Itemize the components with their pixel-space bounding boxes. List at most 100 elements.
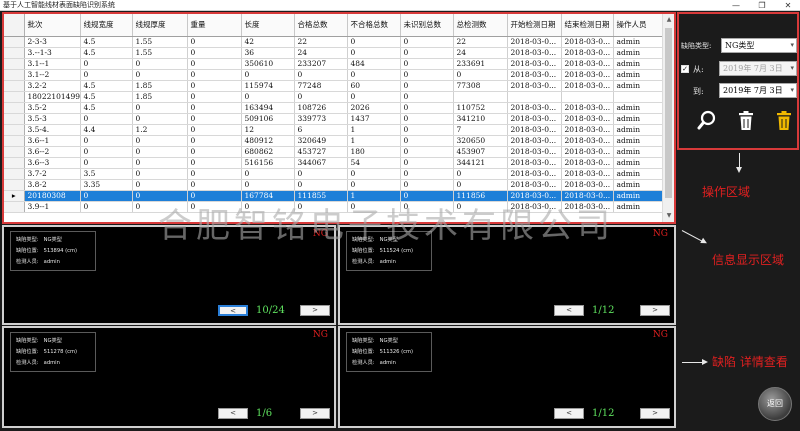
- column-header[interactable]: 线规厚度: [132, 14, 188, 37]
- scroll-down-arrow-icon[interactable]: ▼: [663, 210, 674, 222]
- defect-info-box: 缺陷类型: NG类型 缺陷位置: 511524 (cm) 检测人员: admin: [346, 231, 432, 271]
- prev-defect-button[interactable]: <: [554, 408, 584, 419]
- table-row[interactable]: 18022101499 4.5 1.85 0 0 0 0 0: [4, 91, 668, 103]
- column-header[interactable]: 总检测数: [453, 14, 508, 37]
- row-header[interactable]: [4, 146, 25, 158]
- minimize-button[interactable]: —: [724, 0, 748, 11]
- column-header[interactable]: 批次: [24, 14, 81, 37]
- row-header[interactable]: [4, 179, 25, 191]
- row-header[interactable]: [4, 102, 25, 114]
- table-cell: 3.5: [80, 168, 133, 180]
- table-cell: 18022101499: [24, 91, 81, 103]
- row-header[interactable]: [4, 80, 25, 92]
- row-header[interactable]: [4, 201, 25, 213]
- next-defect-button[interactable]: >: [640, 305, 670, 316]
- search-icon[interactable]: [697, 110, 717, 132]
- prev-defect-button[interactable]: <: [218, 408, 248, 419]
- table-cell: 339773: [294, 113, 348, 125]
- table-cell: 2018-03-0...: [561, 157, 614, 169]
- column-header[interactable]: 重量: [187, 14, 242, 37]
- row-header[interactable]: [4, 47, 25, 59]
- column-header[interactable]: 操作人员: [613, 14, 668, 37]
- column-header[interactable]: 结束检测日期: [561, 14, 614, 37]
- table-row[interactable]: 3.6--2 0 0 0 680862 453727 180 0 453907 2018-03-0…: [4, 146, 668, 158]
- table-row[interactable]: 3.5-4. 4.4 1.2 0 12 6 1 0 7 2018-03-0... 2018-03-0…: [4, 124, 668, 136]
- table-cell: 0: [400, 69, 454, 81]
- table-row[interactable]: 3.6--1 0 0 0 480912 320649 1 0 320650 2018-03-0..…: [4, 135, 668, 147]
- table-row[interactable]: 3.5-2 4.5 0 0 163494 108726 2026 0 110752 2018-03…: [4, 102, 668, 114]
- table-cell: 111856: [453, 190, 508, 202]
- defect-position-value: 513894 (cm): [43, 248, 78, 254]
- row-header[interactable]: ▸: [4, 190, 25, 202]
- table-cell: 2018-03-0...: [561, 58, 614, 70]
- table-row[interactable]: ▸ 20180308 0 0 0 167784 111855 1 0 111856 2018-03-…: [4, 190, 668, 202]
- table-cell: 4.5: [80, 80, 133, 92]
- column-header[interactable]: 合格总数: [294, 14, 348, 37]
- chevron-down-icon: ▾: [790, 41, 794, 49]
- row-header[interactable]: [4, 157, 25, 169]
- defect-counter: 1/12: [592, 408, 615, 419]
- row-header[interactable]: [4, 113, 25, 125]
- inspector-label: 检测人员:: [352, 259, 375, 265]
- table-row[interactable]: 3.5-3 0 0 0 509106 339773 1437 0 341210 2018-03-0…: [4, 113, 668, 125]
- next-defect-button[interactable]: >: [300, 305, 330, 316]
- prev-defect-button[interactable]: <: [218, 305, 248, 316]
- table-cell: 3.--1-3: [24, 47, 81, 59]
- table-row[interactable]: 2-3-3 4.5 1.55 0 42 22 0 0 22 2018-03-0... 2018-03…: [4, 36, 668, 48]
- clear-icon[interactable]: [774, 110, 794, 132]
- date-filter-checkbox[interactable]: ✓: [681, 65, 689, 73]
- row-header[interactable]: [4, 168, 25, 180]
- row-header[interactable]: [4, 91, 25, 103]
- column-header[interactable]: 开始检测日期: [507, 14, 562, 37]
- row-header[interactable]: [4, 124, 25, 136]
- table-cell: 0: [400, 102, 454, 114]
- row-header[interactable]: [4, 135, 25, 147]
- defect-type-select[interactable]: NG类型 ▾: [721, 38, 797, 53]
- row-header[interactable]: [4, 36, 25, 48]
- column-header[interactable]: 线规宽度: [80, 14, 133, 37]
- defect-info-box: 缺陷类型: NG类型 缺陷位置: 511278 (cm) 检测人员: admin: [10, 332, 96, 372]
- column-header[interactable]: 未识别总数: [400, 14, 454, 37]
- table-row[interactable]: 3.9--1 0 0 0 0 0 0 0 0 2018-03-0... 2018-03-0... ad…: [4, 201, 668, 213]
- scroll-up-arrow-icon[interactable]: ▲: [663, 14, 674, 26]
- app-window: 基于人工智能线材表面缺陷识别系统 — ❐ ✕ 批次 线规宽度 线规厚度 重量 长度 合格总…: [0, 0, 800, 431]
- table-cell: 0: [400, 113, 454, 125]
- table-cell: 2018-03-0...: [561, 179, 614, 191]
- column-header[interactable]: 长度: [241, 14, 295, 37]
- maximize-button[interactable]: ❐: [750, 0, 774, 11]
- table-cell: 12: [241, 124, 295, 136]
- table-row[interactable]: 3.6--3 0 0 0 516156 344067 54 0 344121 2018-03-0.…: [4, 157, 668, 169]
- prev-defect-button[interactable]: <: [554, 305, 584, 316]
- table-cell: 2018-03-0...: [561, 80, 614, 92]
- return-button[interactable]: 返回: [758, 387, 792, 421]
- table-cell: 0: [132, 113, 188, 125]
- row-header[interactable]: [4, 58, 25, 70]
- table-cell: 111855: [294, 190, 348, 202]
- table-cell: [561, 91, 614, 103]
- table-row[interactable]: 3.8-2 3.35 0 0 0 0 0 0 0 2018-03-0... 2018-03-0...…: [4, 179, 668, 191]
- scrollbar-thumb[interactable]: [665, 28, 672, 198]
- table-scrollbar[interactable]: ▲ ▼: [662, 14, 674, 222]
- table-row[interactable]: 3.7-2 3.5 0 0 0 0 0 0 0 2018-03-0... 2018-03-0... a…: [4, 168, 668, 180]
- table-cell: 2018-03-0...: [561, 201, 614, 213]
- table-row[interactable]: 3.2-2 4.5 1.85 0 115974 77248 60 0 77308 2018-03-…: [4, 80, 668, 92]
- close-button[interactable]: ✕: [776, 0, 800, 11]
- to-date-picker[interactable]: 2019年 7月 3日 ▾: [719, 83, 797, 98]
- from-date-picker[interactable]: 2019年 7月 3日 ▾: [719, 61, 797, 76]
- table-row[interactable]: 3.1--2 0 0 0 0 0 0 0 0 2018-03-0... 2018-03-0... ad…: [4, 69, 668, 81]
- delete-icon[interactable]: [736, 110, 756, 132]
- column-header[interactable]: 不合格总数: [347, 14, 401, 37]
- table-row[interactable]: 3.--1-3 4.5 1.55 0 36 24 0 0 24 2018-03-0... 2018-…: [4, 47, 668, 59]
- table-cell: 3.7-2: [24, 168, 81, 180]
- table-cell: 0: [400, 190, 454, 202]
- next-defect-button[interactable]: >: [640, 408, 670, 419]
- table-cell: admin: [613, 146, 668, 158]
- next-defect-button[interactable]: >: [300, 408, 330, 419]
- from-label: 从:: [693, 65, 704, 74]
- row-header[interactable]: [4, 69, 25, 81]
- table-cell: 344121: [453, 157, 508, 169]
- table-cell: 0: [187, 102, 242, 114]
- from-date-value: 2019年 7月 3日: [723, 64, 783, 73]
- table-cell: 1: [347, 190, 401, 202]
- table-row[interactable]: 3.1--1 0 0 0 350610 233207 484 0 233691 2018-03-0…: [4, 58, 668, 70]
